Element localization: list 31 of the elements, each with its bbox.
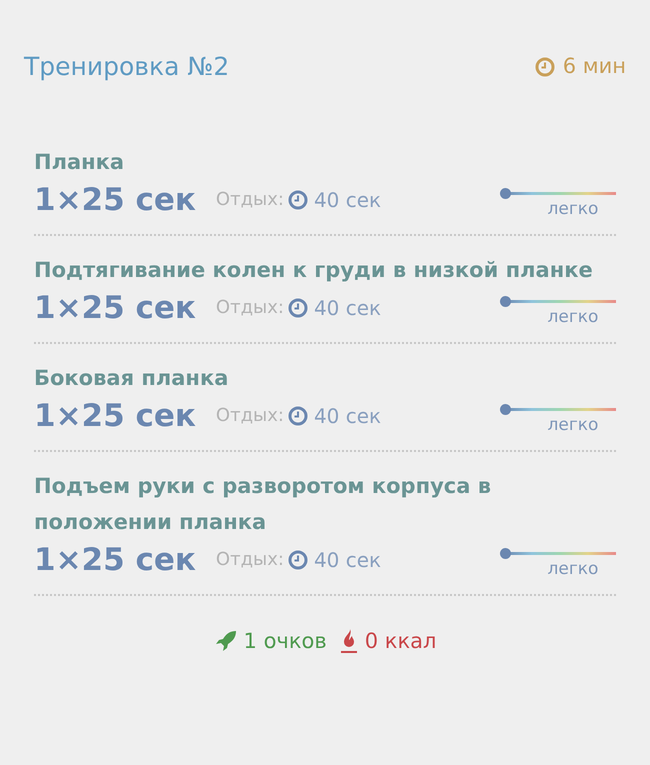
reps: 1×25 сек [34,180,196,220]
duration: 6 мин [562,53,626,80]
difficulty-label: легко [548,198,598,218]
reps: 1×25 сек [34,396,196,436]
difficulty-label: легко [548,558,598,578]
clock-icon [534,56,555,77]
workout-title: Тренировка №2 [24,51,230,83]
exercise-name: Подтягивание колен к груди в низкой планке [34,256,594,284]
flame-icon [338,628,359,654]
points: 1 очков [244,628,327,654]
clock-icon [288,298,308,318]
rest-time: 40 сек [314,186,382,214]
clock-icon [288,550,308,570]
reps: 1×25 сек [34,288,196,328]
rest-time: 40 сек [314,402,382,430]
exercise-name: Боковая планка [34,364,230,392]
rest-time: 40 сек [314,294,382,322]
difficulty-label: легко [548,306,598,326]
difficulty-label: легко [548,414,598,434]
rest-label: Отдых: [216,296,284,320]
rest-label: Отдых: [216,188,284,212]
reps: 1×25 сек [34,540,196,580]
rest-time: 40 сек [314,546,382,574]
rocket-icon [214,629,238,654]
rest-label: Отдых: [216,404,284,428]
calories: 0 ккал [364,628,436,654]
rest-label: Отдых: [216,548,284,572]
exercise-name: Планка [34,148,126,176]
exercise-name: Подъем руки с разворотом корпуса в положении планка [34,472,492,536]
clock-icon [288,190,308,210]
clock-icon [288,406,308,426]
